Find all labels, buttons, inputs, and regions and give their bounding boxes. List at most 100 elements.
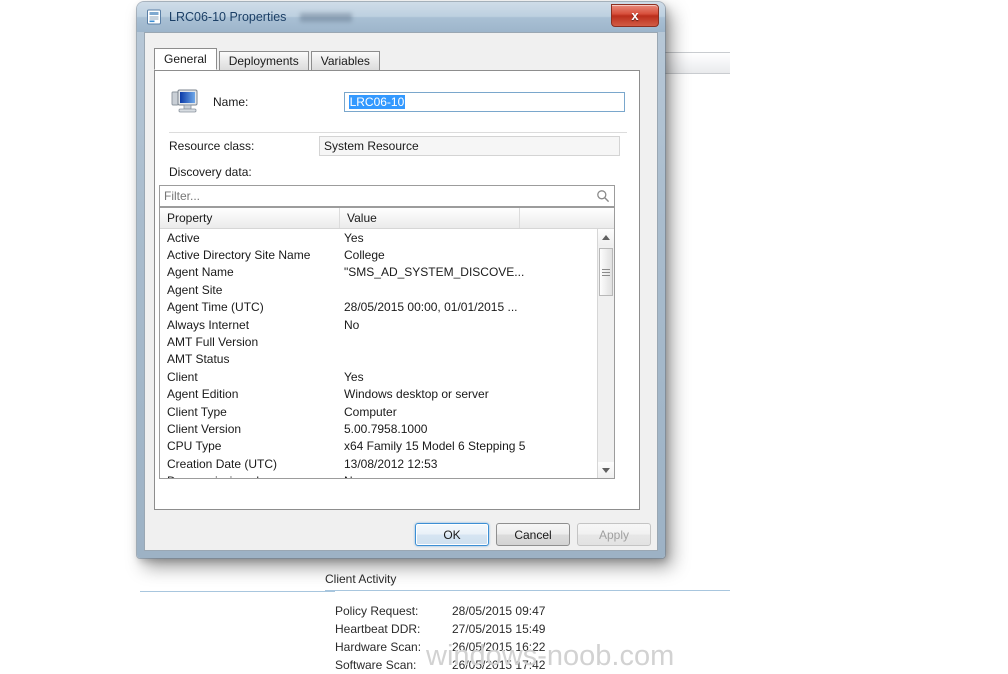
computer-monitor-icon [169, 87, 201, 117]
cell-value: Computer [344, 404, 397, 419]
ok-button-label: OK [443, 527, 461, 542]
filter-placeholder: Filter... [164, 189, 201, 203]
name-row: Name: LRC06-10 [169, 85, 625, 119]
scroll-down-button[interactable] [598, 462, 614, 478]
activity-value: 28/05/2015 09:47 [452, 604, 546, 618]
name-label: Name: [213, 95, 249, 109]
activity-label: Software Scan: [335, 658, 417, 672]
redacted-title-suffix [300, 12, 353, 22]
cell-value: Windows desktop or server [344, 387, 489, 402]
client-activity-title: Client Activity [325, 572, 397, 586]
cancel-button-label: Cancel [514, 527, 552, 542]
close-icon: x [631, 8, 639, 23]
cell-property: Agent Edition [167, 387, 239, 402]
table-row[interactable]: Agent Time (UTC) 28/05/2015 00:00, 01/01… [160, 299, 614, 316]
list-item: Policy Request: 28/05/2015 09:47 [335, 602, 730, 620]
table-row[interactable]: Agent Name "SMS_AD_SYSTEM_DISCOVE... [160, 264, 614, 281]
list-item: Heartbeat DDR: 27/05/2015 15:49 [335, 620, 730, 638]
activity-value: 26/05/2015 17:42 [452, 658, 546, 672]
cell-property: Always Internet [167, 317, 250, 332]
cell-value: "SMS_AD_SYSTEM_DISCOVE... [344, 265, 525, 280]
table-row[interactable]: Client Yes [160, 368, 614, 385]
activity-label: Hardware Scan: [335, 640, 422, 654]
tabpanel-general: Name: LRC06-10 Resource class: System Re… [154, 70, 640, 510]
name-input-value: LRC06-10 [348, 95, 406, 109]
cell-property: Client [167, 369, 198, 384]
grid-body: Active Yes Active Directory Site Name Co… [160, 229, 614, 478]
table-row[interactable]: CPU Type x64 Family 15 Model 6 Stepping … [160, 438, 614, 455]
cancel-button[interactable]: Cancel [496, 523, 570, 546]
dialog-title: LRC06-10 Properties [169, 10, 287, 24]
cell-value: Yes [344, 369, 364, 384]
apply-button-label: Apply [598, 527, 630, 542]
scroll-up-button[interactable] [598, 229, 614, 246]
table-row[interactable]: AMT Status [160, 351, 614, 368]
table-row[interactable]: Client Type Computer [160, 403, 614, 420]
properties-dialog: LRC06-10 Properties x General Deployment… [137, 2, 665, 558]
client-activity-section: Client Activity Policy Request: 28/05/20… [325, 572, 730, 674]
cell-property: AMT Status [167, 352, 230, 367]
tab-label: General [164, 52, 207, 66]
cell-property: Active [167, 230, 200, 245]
dialog-titlebar[interactable]: LRC06-10 Properties x [137, 2, 665, 32]
tab-general[interactable]: General [154, 48, 217, 70]
scrollbar-thumb[interactable] [599, 248, 613, 296]
list-item: Hardware Scan: 26/05/2015 16:22 [335, 638, 730, 656]
tab-label: Variables [320, 54, 370, 68]
dialog-button-bar: OK Cancel Apply [145, 523, 659, 553]
activity-value: 27/05/2015 15:49 [452, 622, 546, 636]
form-divider [169, 132, 627, 133]
chevron-down-icon [602, 468, 610, 473]
grid-header-row: Property Value [160, 208, 614, 229]
table-row[interactable]: Agent Site [160, 281, 614, 298]
table-row[interactable]: Always Internet No [160, 316, 614, 333]
close-button[interactable]: x [611, 4, 659, 27]
tab-deployments[interactable]: Deployments [218, 51, 309, 70]
filter-input[interactable]: Filter... [159, 185, 615, 207]
client-activity-rule [325, 590, 730, 591]
ok-button[interactable]: OK [415, 523, 489, 546]
properties-document-icon [146, 9, 162, 25]
cell-value: Yes [344, 230, 364, 245]
name-input[interactable]: LRC06-10 [343, 92, 625, 112]
column-header-extra[interactable] [520, 208, 599, 228]
background-panel-strip [660, 52, 730, 74]
cell-property: Decommissioned [160, 474, 340, 478]
cell-value: College [344, 248, 385, 263]
search-icon[interactable] [596, 189, 610, 203]
screenshot-root: Client Activity Policy Request: 28/05/20… [0, 0, 1008, 674]
cell-property: Active Directory Site Name [167, 248, 311, 263]
table-row[interactable]: Creation Date (UTC) 13/08/2012 12:53 [160, 455, 614, 472]
tab-label: Deployments [228, 54, 299, 68]
activity-label: Policy Request: [335, 604, 419, 618]
discovery-data-label: Discovery data: [169, 165, 252, 179]
cell-property: Agent Name [167, 265, 234, 280]
activity-label: Heartbeat DDR: [335, 622, 421, 636]
chevron-up-icon [602, 235, 610, 240]
column-header-property[interactable]: Property [160, 208, 340, 228]
cell-property: Creation Date (UTC) [167, 456, 278, 471]
column-header-value[interactable]: Value [340, 208, 520, 228]
table-row[interactable]: Client Version 5.00.7958.1000 [160, 420, 614, 437]
cell-property: AMT Full Version [167, 335, 259, 350]
background-left-rule [140, 591, 335, 592]
dialog-client-area: General Deployments Variables Name: LRC0… [144, 32, 658, 551]
table-row[interactable]: Active Yes [160, 229, 614, 246]
table-row[interactable]: AMT Full Version [160, 333, 614, 350]
cell-value: x64 Family 15 Model 6 Stepping 5 [344, 439, 526, 454]
resource-class-row: Resource class: System Resource [169, 136, 620, 156]
apply-button: Apply [577, 523, 651, 546]
table-row[interactable]: Active Directory Site Name College [160, 246, 614, 263]
resource-class-value: System Resource [319, 136, 620, 156]
cell-property: Client Version [167, 421, 242, 436]
table-row[interactable]: Decommissioned No [160, 472, 614, 478]
cell-value: No [344, 317, 360, 332]
activity-value: 26/05/2015 16:22 [452, 640, 546, 654]
client-activity-list: Policy Request: 28/05/2015 09:47 Heartbe… [325, 602, 730, 674]
cell-property: Agent Time (UTC) [167, 300, 264, 315]
cell-value: No [340, 474, 595, 478]
discovery-data-grid: Property Value Active Yes Active Directo… [159, 207, 615, 479]
table-row[interactable]: Agent Edition Windows desktop or server [160, 386, 614, 403]
tab-variables[interactable]: Variables [310, 51, 380, 70]
grid-vertical-scrollbar[interactable] [597, 229, 614, 478]
